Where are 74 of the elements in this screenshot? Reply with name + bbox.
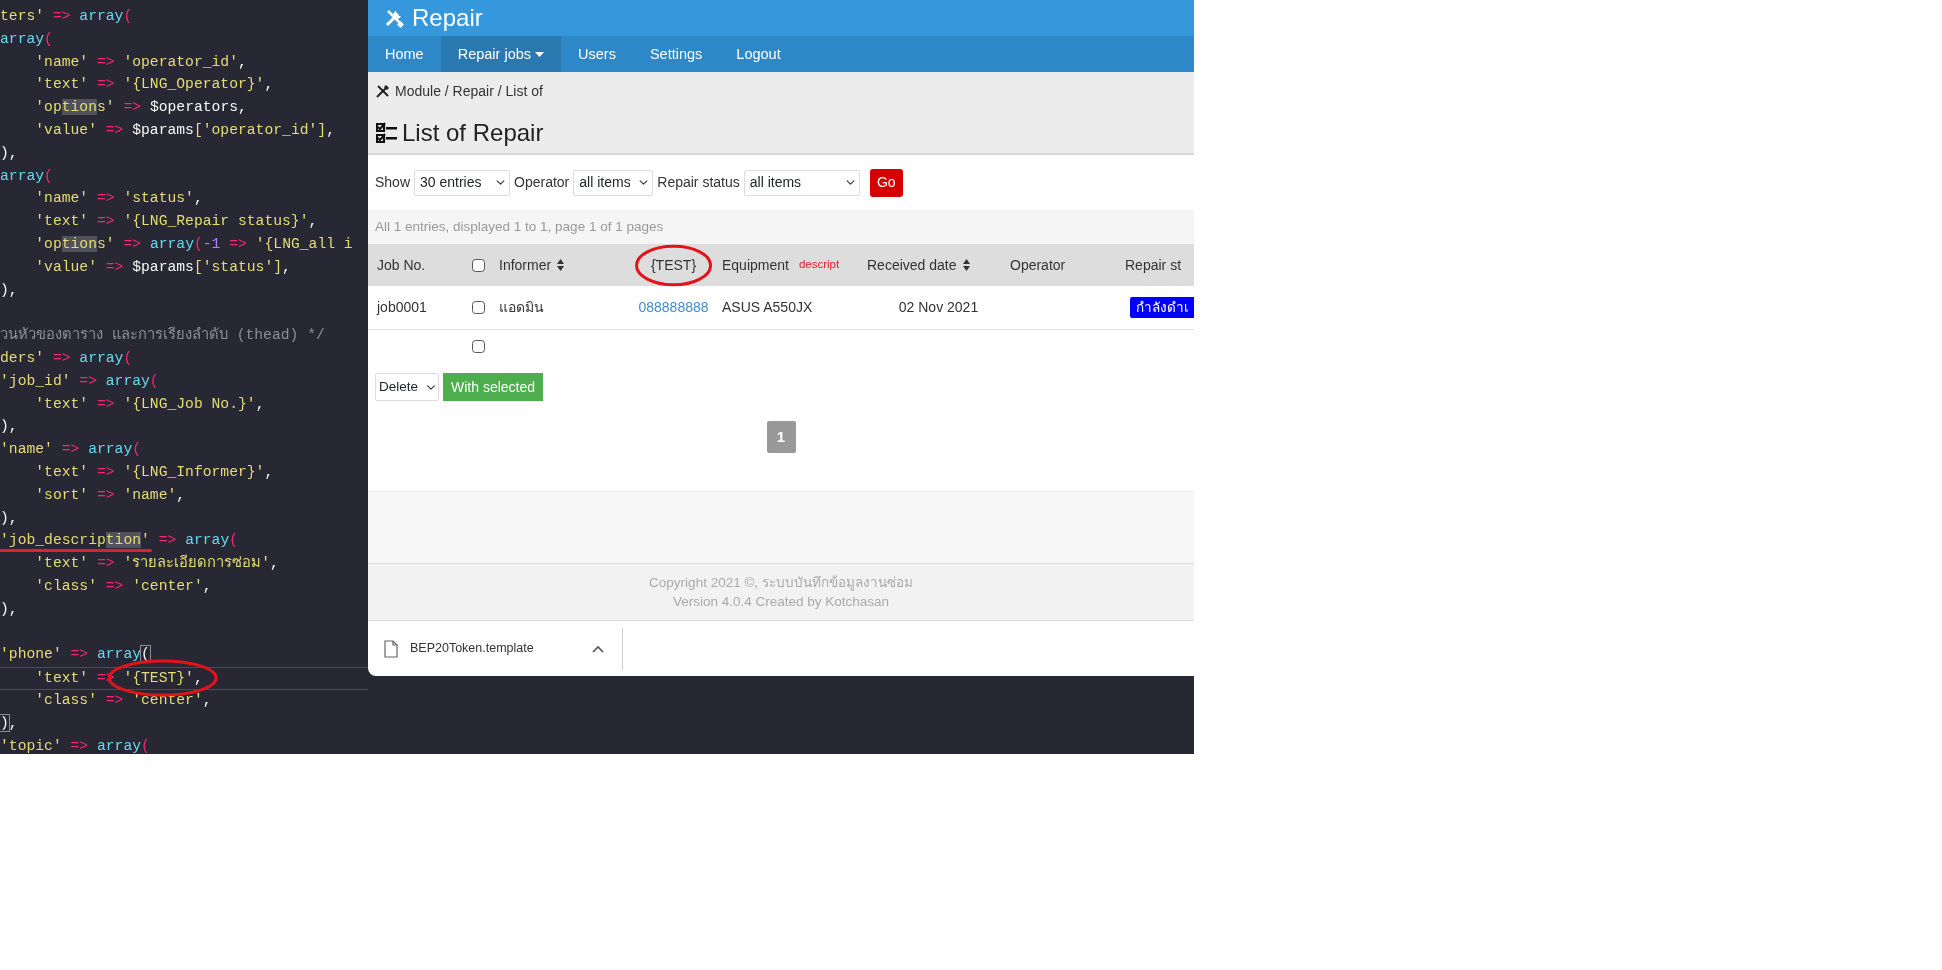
column-header: Job No. [377, 255, 426, 275]
code-line: 'text' => '{LNG_Repair status}', [34, 212, 318, 232]
code-line: 'sort' => 'name', [34, 485, 186, 505]
go-button[interactable]: Go [869, 168, 903, 197]
column-note: descript [798, 257, 840, 273]
code-line: 'topic' => array( [0, 736, 150, 756]
tools-icon [376, 84, 389, 98]
row-checkbox[interactable] [472, 301, 485, 314]
column-header[interactable]: Informer [499, 254, 552, 276]
code-line: 'text' => '{LNG_Informer}', [34, 462, 274, 482]
code-line: 'options' => array(-1 => '{LNG_all i [34, 234, 353, 254]
table-cell: job0001 [377, 299, 427, 315]
page-button[interactable]: 1 [766, 421, 796, 453]
code-line: ters' => array( [0, 7, 133, 26]
nav-link[interactable]: Repair jobs [440, 36, 562, 72]
table-cell: แอดมิน [499, 299, 544, 315]
download-file-name[interactable]: BEP20Token.template [410, 639, 534, 658]
column-header[interactable]: Received date [867, 254, 957, 276]
code-line: ), [0, 280, 18, 300]
breadcrumb: Module / Repair / List of [395, 81, 543, 101]
page-title: List of Repair [402, 118, 544, 148]
action-select[interactable]: Delete [375, 373, 439, 401]
code-line: 'name' => 'operator_id', [34, 52, 247, 72]
with-selected-button[interactable]: With selected [443, 373, 544, 401]
select-all-checkbox[interactable] [472, 258, 485, 272]
filter-select[interactable]: all items [573, 169, 654, 196]
table-cell: ASUS A550JX [722, 299, 813, 315]
code-line: ), [0, 713, 18, 733]
code-line: 'text' => '{LNG_Operator}', [34, 75, 274, 95]
footer-text: Version 4.0.4 Created by Kotchasan [672, 593, 890, 611]
filter-select[interactable]: 30 entries [414, 169, 511, 196]
filter-label: Show [375, 173, 411, 192]
nav-link[interactable]: Settings [632, 36, 720, 72]
tools-icon [384, 8, 404, 28]
code-line: 'text' => 'รายละเอียดการซ่อม', [34, 553, 279, 574]
code-line: 'text' => '{LNG_Job No.}', [34, 394, 265, 414]
phone-link[interactable]: 088888888 [638, 297, 709, 318]
code-line: ders' => array( [0, 348, 133, 368]
code-line: array( [0, 166, 53, 186]
code-line: ), [0, 599, 18, 619]
code-line: 'name' => 'status', [34, 189, 203, 209]
footer-text: Copyright 2021 ©, ระบบบันทึกข้อมูลงานซ่อม [649, 574, 913, 592]
chevron-up-icon [592, 644, 604, 653]
code-line: 'class' => 'center', [34, 576, 212, 596]
code-line: 'job_id' => array( [0, 371, 159, 391]
filter-label: Repair status [657, 173, 740, 192]
row-checkbox[interactable] [472, 340, 485, 353]
summary-text: All 1 entries, displayed 1 to 1, page 1 of 1 pages [368, 210, 1194, 244]
column-header: {TEST} [650, 256, 697, 273]
table-cell-text: 02 Nov 2021 [898, 298, 979, 317]
filter-label: Operator [514, 173, 570, 192]
code-line: 'value' => $params['status'], [34, 257, 291, 277]
nav-link[interactable]: Logout [719, 36, 798, 72]
nav-link[interactable]: Home [368, 36, 441, 72]
code-line: 'value' => $params['operator_id'], [34, 121, 335, 140]
file-icon [384, 639, 398, 658]
code-line: 'name' => array( [0, 440, 142, 460]
checklist-icon [376, 122, 398, 144]
column-header: Repair st [1125, 255, 1182, 275]
column-header: Equipment [722, 255, 789, 275]
code-line: วนหัวของตาราง และการเรียงลำดับ (thead) */ [0, 325, 325, 346]
code-line: ), [0, 417, 18, 437]
code-line: 'options' => $operators, [34, 98, 247, 118]
nav-link[interactable]: Users [561, 36, 633, 72]
code-line: ), [0, 508, 18, 528]
code-line: 'job_description' => array( [0, 530, 239, 552]
filter-select[interactable]: all items [743, 169, 860, 196]
code-line: 'class' => 'center', [34, 690, 212, 710]
code-line: ), [0, 143, 18, 163]
status-badge: กำลังดำเ [1130, 296, 1194, 318]
code-line: 'phone' => array( [0, 645, 150, 665]
code-line: array( [0, 29, 53, 49]
column-header: Operator [1010, 255, 1066, 275]
app-title: Repair [412, 4, 483, 32]
